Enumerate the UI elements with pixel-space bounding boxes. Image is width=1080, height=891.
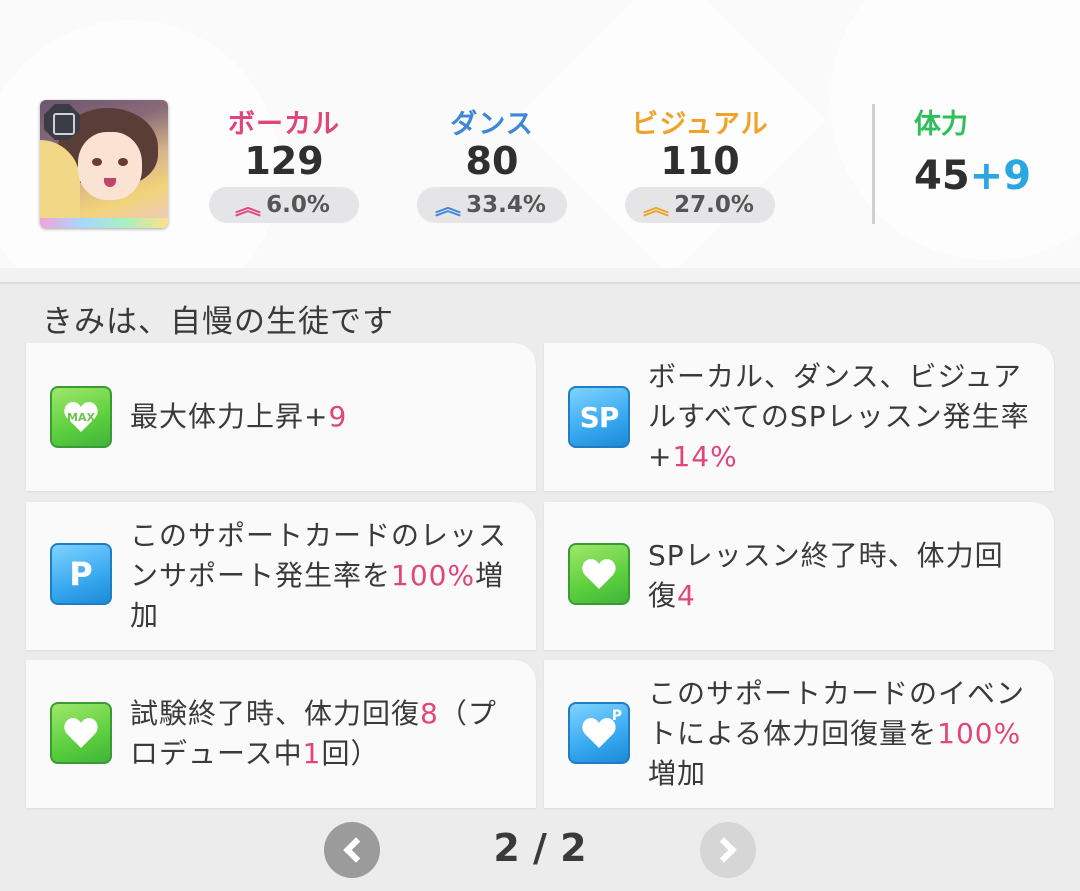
- effect-value: 8: [420, 697, 439, 730]
- heart-shape: [64, 718, 98, 748]
- stamina-label: 体力: [914, 109, 968, 140]
- effect-text-main: 最大体力上昇+: [130, 400, 329, 433]
- effect-value: 100%: [391, 559, 476, 592]
- chevron-left-icon: [343, 837, 369, 863]
- effect-text: このサポートカードのイベントによる体力回復量を100%増加: [648, 674, 1032, 794]
- effect-value: 4: [677, 579, 696, 612]
- vocal-bonus-pill: ︽ 6.0%: [209, 187, 359, 223]
- heart-shape: [582, 559, 616, 589]
- p-support-icon: P: [50, 543, 112, 605]
- rarity-stripe: [40, 218, 168, 228]
- visual-stat: ビジュアル 110 ︽ 27.0%: [620, 102, 780, 223]
- dance-bonus: 33.4%: [466, 192, 546, 218]
- vocal-value: 129: [244, 139, 324, 183]
- double-chevron-up-icon: ︽: [643, 194, 670, 219]
- effect-card: P このサポートカードのイベントによる体力回復量を100%増加: [544, 660, 1054, 808]
- heart-icon: [50, 702, 112, 764]
- effect-card: SP ボーカル、ダンス、ビジュアルすべてのSPレッスン発生率+14%: [544, 343, 1054, 491]
- vocal-label: ボーカル: [228, 109, 340, 140]
- max-label: MAX: [67, 410, 95, 424]
- dance-value: 80: [465, 139, 519, 183]
- dance-stat: ダンス 80 ︽ 33.4%: [412, 102, 572, 223]
- effect-text-main: SPレッスン終了時、体力回復: [648, 539, 1004, 612]
- effect-text-suffix: 回）: [321, 737, 380, 770]
- visual-bonus: 27.0%: [674, 192, 754, 218]
- header-divider: [0, 268, 1080, 284]
- vertical-divider: [872, 104, 875, 224]
- effect-card: SPレッスン終了時、体力回復4: [544, 502, 1054, 650]
- double-chevron-up-icon: ︽: [235, 194, 262, 219]
- page-indicator: 2 / 2: [493, 826, 587, 870]
- dance-bonus-pill: ︽ 33.4%: [417, 187, 567, 223]
- next-page-button[interactable]: [700, 822, 756, 878]
- stamina-value-row: 45+9: [914, 153, 1031, 199]
- effect-text-main: 試験終了時、体力回復: [130, 697, 421, 730]
- card-art: [118, 158, 128, 166]
- sp-label: SP: [579, 400, 620, 434]
- stamina-bonus: +9: [969, 153, 1032, 199]
- p-label: P: [611, 708, 622, 724]
- support-card-thumbnail[interactable]: [40, 100, 168, 228]
- effect-text: ボーカル、ダンス、ビジュアルすべてのSPレッスン発生率+14%: [648, 357, 1032, 477]
- p-label: P: [69, 555, 93, 593]
- double-chevron-up-icon: ︽: [435, 194, 462, 219]
- stamina-value: 45: [914, 153, 970, 199]
- effect-text: このサポートカードのレッスンサポート発生率を100%増加: [130, 516, 514, 636]
- visual-label: ビジュアル: [631, 109, 769, 140]
- effect-text: 試験終了時、体力回復8（プロデュース中1回）: [130, 694, 514, 774]
- effect-text-suffix: 増加: [648, 757, 707, 790]
- effect-value: 1: [302, 737, 322, 770]
- previous-page-button[interactable]: [324, 822, 380, 878]
- stamina-stat: 体力 45+9: [914, 102, 1031, 199]
- effect-text: 最大体力上昇+9: [130, 397, 514, 437]
- effect-card: 試験終了時、体力回復8（プロデュース中1回）: [26, 660, 536, 808]
- vocal-stat: ボーカル 129 ︽ 6.0%: [204, 102, 364, 223]
- dance-label: ダンス: [450, 109, 534, 140]
- effect-value: 14%: [672, 440, 738, 473]
- card-art: [78, 132, 142, 200]
- chevron-right-icon: [711, 837, 737, 863]
- max-stamina-icon: MAX: [50, 386, 112, 448]
- visual-value: 110: [660, 139, 740, 183]
- heart-icon: [568, 543, 630, 605]
- card-art: [92, 158, 102, 166]
- effect-card: P このサポートカードのレッスンサポート発生率を100%増加: [26, 502, 536, 650]
- effect-card: MAX 最大体力上昇+9: [26, 343, 536, 491]
- sp-icon: SP: [568, 386, 630, 448]
- p-heart-icon: P: [568, 702, 630, 764]
- visual-bonus-pill: ︽ 27.0%: [625, 187, 775, 223]
- effect-text: SPレッスン終了時、体力回復4: [648, 536, 1032, 616]
- effect-value: 9: [328, 400, 348, 433]
- effect-value: 100%: [937, 717, 1022, 750]
- section-title: きみは、自慢の生徒です: [42, 304, 394, 340]
- vocal-bonus: 6.0%: [266, 192, 330, 218]
